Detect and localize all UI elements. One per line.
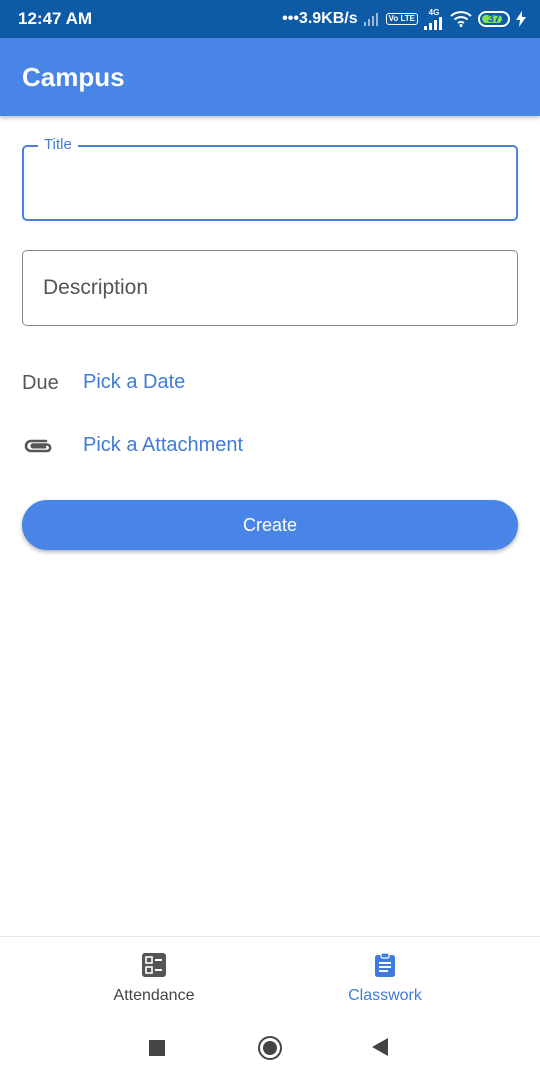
title-input[interactable] <box>42 167 492 197</box>
home-icon[interactable] <box>258 1036 282 1060</box>
network-speed: •••3.9KB/s <box>282 10 358 27</box>
app-title: Campus <box>22 62 125 92</box>
app-bar: Campus <box>0 38 540 116</box>
clipboard-icon <box>375 952 395 977</box>
title-field[interactable]: Title <box>22 136 518 221</box>
due-label: Due <box>22 372 59 394</box>
signal-weak-icon <box>363 13 378 26</box>
status-time: 12:47 AM <box>18 9 93 28</box>
bottom-navigation: Attendance Classwork <box>0 936 540 1016</box>
volte-badge: Vo LTE <box>385 13 418 25</box>
system-navigation-bar <box>0 1016 540 1080</box>
nav-item-attendance[interactable]: Attendance <box>19 937 289 1017</box>
description-input[interactable] <box>43 273 493 303</box>
description-field[interactable] <box>22 250 518 326</box>
battery-icon: 37 <box>478 11 510 27</box>
attachment-icon[interactable] <box>22 435 54 457</box>
nav-label-classwork: Classwork <box>348 987 422 1004</box>
create-button-label: Create <box>242 514 298 535</box>
nav-label-attendance: Attendance <box>113 987 195 1004</box>
title-label: Title <box>38 136 78 153</box>
pick-attachment-button[interactable]: Pick a Attachment <box>83 434 243 457</box>
wifi-icon <box>450 11 472 27</box>
status-bar: 12:47 AM •••3.9KB/s Vo LTE 4G 37 <box>0 0 540 38</box>
nav-item-classwork[interactable]: Classwork <box>250 937 520 1017</box>
status-indicators: •••3.9KB/s Vo LTE 4G 37 <box>282 8 526 30</box>
attendance-icon <box>142 953 166 977</box>
create-button[interactable]: Create <box>22 500 518 550</box>
back-icon[interactable] <box>372 1038 388 1056</box>
pick-date-button[interactable]: Pick a Date <box>83 371 185 394</box>
signal-icon <box>424 16 442 30</box>
charging-icon <box>516 11 526 27</box>
recents-icon[interactable] <box>149 1040 165 1056</box>
network-type: 4G <box>424 8 444 30</box>
